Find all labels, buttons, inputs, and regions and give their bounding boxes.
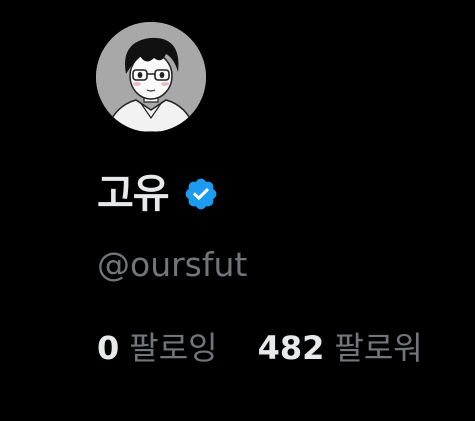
avatar-illustration: [96, 22, 206, 132]
profile-name-row: 고유: [97, 170, 219, 218]
avatar[interactable]: [96, 22, 206, 132]
username-handle: @oursfut: [97, 245, 248, 284]
followers-stat[interactable]: 482 팔로워: [258, 332, 423, 364]
following-count: 0: [97, 329, 120, 367]
followers-label: 팔로워: [334, 329, 423, 367]
verified-badge-icon[interactable]: [183, 176, 219, 212]
followers-count: 482: [257, 329, 325, 367]
profile-stats: 0 팔로잉 482 팔로워: [97, 332, 423, 364]
display-name: 고유: [97, 171, 170, 217]
following-label: 팔로잉: [129, 329, 218, 367]
following-stat[interactable]: 0 팔로잉: [97, 332, 218, 364]
